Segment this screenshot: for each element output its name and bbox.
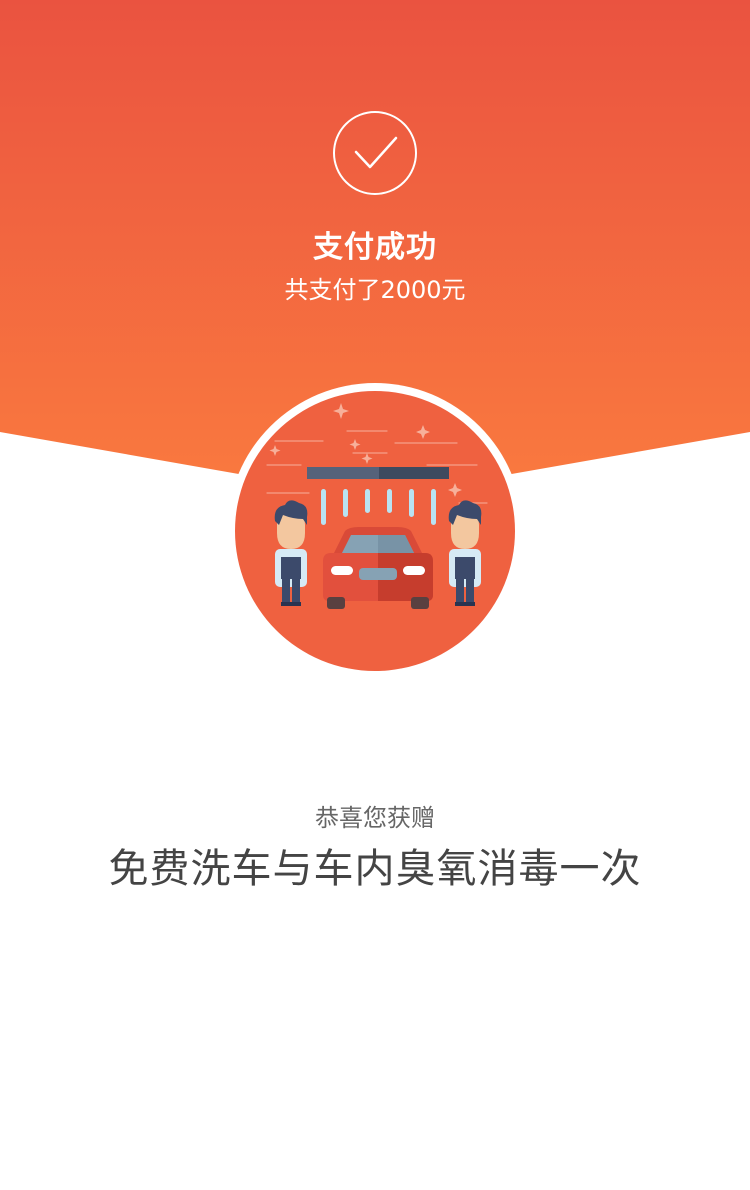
gift-label: 恭喜您获赠 [315,804,435,832]
car-wash-illustration [227,383,523,679]
payment-success-page: 支付成功 共支付了2000元 恭喜您获赠 免费洗车与车内臭氧消毒一次 [0,0,750,1190]
payment-amount-text: 共支付了2000元 [284,276,466,304]
payment-status-title: 支付成功 [313,230,437,265]
gift-name: 免费洗车与车内臭氧消毒一次 [108,846,642,892]
check-icon [333,111,417,195]
